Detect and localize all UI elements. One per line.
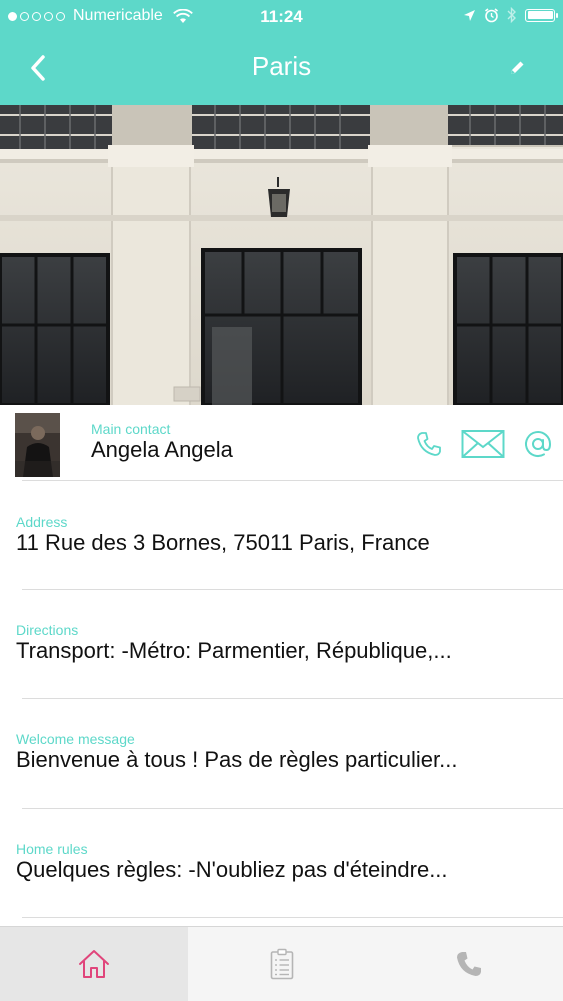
- edit-button[interactable]: [501, 52, 533, 84]
- tab-bar: [0, 926, 563, 1001]
- welcome-message-value: Bienvenue à tous ! Pas de règles particu…: [16, 747, 458, 772]
- address-field[interactable]: Address 11 Rue des 3 Bornes, 75011 Paris…: [16, 514, 546, 556]
- address-label: Address: [16, 514, 68, 530]
- divider: [22, 480, 563, 481]
- contact-label: Main contact: [91, 421, 171, 437]
- message-contact-button[interactable]: [523, 429, 553, 459]
- contact-name: Angela Angela: [91, 437, 233, 462]
- at-sign-icon: [525, 431, 552, 457]
- directions-label: Directions: [16, 622, 79, 638]
- checklist-icon: [270, 948, 293, 980]
- home-rules-value: Quelques règles: -N'oubliez pas d'éteind…: [16, 857, 448, 882]
- avatar: [15, 413, 60, 477]
- bluetooth-icon: [507, 7, 516, 23]
- welcome-message-label: Welcome message: [16, 731, 135, 747]
- envelope-icon: [461, 430, 505, 458]
- divider: [22, 808, 563, 809]
- building-facade-image: [0, 105, 563, 405]
- email-contact-button[interactable]: [461, 429, 505, 459]
- alarm-icon: [485, 7, 498, 22]
- welcome-message-field[interactable]: Welcome message Bienvenue à tous ! Pas d…: [16, 731, 546, 773]
- nav-bar: Paris: [0, 34, 563, 105]
- directions-field[interactable]: Directions Transport: -Métro: Parmentier…: [16, 622, 546, 664]
- phone-icon: [457, 952, 482, 976]
- home-icon: [78, 950, 109, 978]
- divider: [22, 917, 563, 918]
- divider: [22, 589, 563, 590]
- pencil-icon: [511, 61, 524, 74]
- phone-icon: [417, 432, 441, 456]
- contact-actions: [415, 429, 553, 459]
- property-photo: [0, 105, 563, 405]
- main-contact-row[interactable]: Main contact Angela Angela: [0, 405, 563, 481]
- tab-phone[interactable]: [375, 927, 563, 1001]
- status-right: [463, 7, 558, 23]
- tab-home[interactable]: [0, 927, 188, 1001]
- divider: [22, 698, 563, 699]
- page-title: Paris: [251, 51, 312, 81]
- status-bar: Numericable 11:24: [0, 0, 563, 34]
- directions-value: Transport: -Métro: Parmentier, Républiqu…: [16, 638, 452, 663]
- home-rules-label: Home rules: [16, 841, 88, 857]
- header: Numericable 11:24 Paris: [0, 0, 563, 105]
- battery-icon: [525, 8, 558, 22]
- address-value: 11 Rue des 3 Bornes, 75011 Paris, France: [16, 530, 430, 555]
- location-arrow-icon: [464, 9, 475, 21]
- home-rules-field[interactable]: Home rules Quelques règles: -N'oubliez p…: [16, 841, 546, 883]
- tab-checklist[interactable]: [188, 927, 376, 1001]
- call-contact-button[interactable]: [415, 430, 443, 458]
